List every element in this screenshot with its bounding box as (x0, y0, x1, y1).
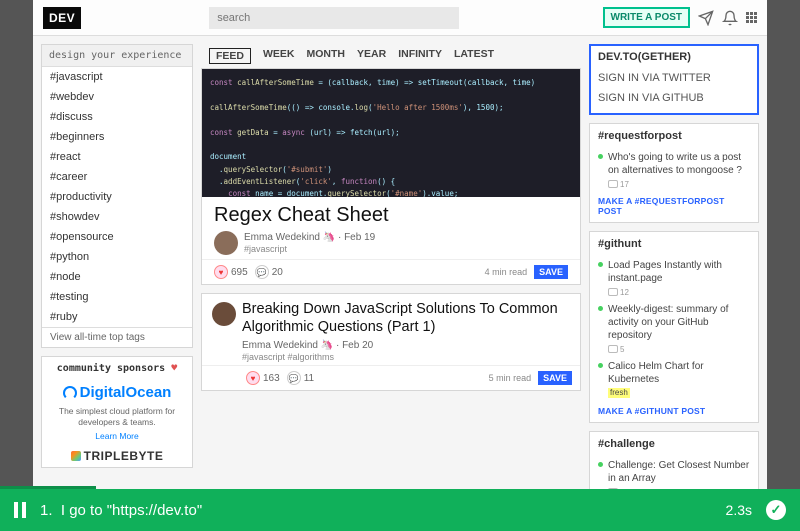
list-item[interactable]: Challenge: Get Closest Number in an Arra… (598, 455, 750, 487)
tag-list: #javascript #webdev #discuss #beginners … (42, 67, 192, 327)
comment-count: 12 (598, 288, 629, 297)
player-bar: 1. I go to "https://dev.to" 2.3s ✓ (0, 489, 800, 531)
paper-plane-icon[interactable] (698, 10, 714, 26)
reactions-count[interactable]: ♥163 (246, 371, 280, 385)
sponsor-heading: community sponsors ♥ (42, 357, 192, 380)
sponsor-box: community sponsors ♥ DigitalOcean The si… (41, 356, 193, 468)
learn-more-link[interactable]: Learn More (48, 431, 186, 441)
tag-link[interactable]: #career (42, 167, 192, 187)
post-tags[interactable]: #javascript (244, 244, 375, 254)
box-heading: #challenge (598, 438, 750, 450)
tag-link[interactable]: #react (42, 147, 192, 167)
box-heading: #requestforpost (598, 130, 750, 142)
view-all-tags-link[interactable]: View all-time top tags (42, 327, 192, 347)
save-button[interactable]: SAVE (534, 265, 568, 279)
post-card[interactable]: const callAfterSomeTime = (callback, tim… (201, 68, 581, 285)
requestforpost-box: #requestforpost Who's going to write us … (589, 123, 759, 223)
tag-sidebar: design your experience #javascript #webd… (41, 44, 193, 348)
post-cover-image: const callAfterSomeTime = (callback, tim… (202, 69, 580, 197)
post-title[interactable]: Regex Cheat Sheet (202, 197, 580, 229)
tab-infinity[interactable]: INFINITY (398, 48, 442, 64)
post-byline: Emma Wedekind 🦄 · Feb 20 (242, 340, 572, 351)
heart-icon: ♥ (171, 363, 177, 374)
write-post-button[interactable]: WRITE A POST (603, 7, 690, 28)
list-item[interactable]: Calico Helm Chart for Kubernetesfresh (598, 356, 750, 401)
tag-link[interactable]: #opensource (42, 227, 192, 247)
step-caption: 1. I go to "https://dev.to" (40, 502, 712, 519)
tag-link[interactable]: #webdev (42, 87, 192, 107)
comment-icon: 💬 (287, 371, 301, 385)
comment-count: 17 (598, 180, 629, 189)
tab-month[interactable]: MONTH (307, 48, 346, 64)
read-time: 5 min read (489, 373, 532, 383)
triplebyte-icon (71, 451, 81, 461)
post-tags[interactable]: #javascript #algorithms (242, 352, 572, 362)
heart-icon: ♥ (246, 371, 260, 385)
tag-link[interactable]: #discuss (42, 107, 192, 127)
search-input[interactable] (209, 7, 459, 29)
box-heading: #githunt (598, 238, 750, 250)
pause-button[interactable] (14, 502, 26, 518)
top-nav: DEV WRITE A POST (33, 0, 767, 36)
digitalocean-icon (63, 386, 77, 400)
signin-heading: DEV.TO(GETHER) (598, 51, 750, 63)
feed-tabs: FEED WEEK MONTH YEAR INFINITY LATEST (201, 44, 581, 68)
signin-github-link[interactable]: SIGN IN VIA GITHUB (598, 88, 750, 108)
bell-icon[interactable] (722, 10, 738, 26)
save-button[interactable]: SAVE (538, 371, 572, 385)
list-item[interactable]: Weekly-digest: summary of activity on yo… (598, 299, 750, 344)
tag-link[interactable]: #beginners (42, 127, 192, 147)
tag-link[interactable]: #ruby (42, 307, 192, 327)
heart-icon: ♥ (214, 265, 228, 279)
tag-link[interactable]: #productivity (42, 187, 192, 207)
list-item[interactable]: Who's going to write us a post on altern… (598, 147, 750, 179)
read-time: 4 min read (485, 267, 528, 277)
tag-link[interactable]: #showdev (42, 207, 192, 227)
tab-latest[interactable]: LATEST (454, 48, 494, 64)
make-post-link[interactable]: MAKE A #GITHUNT POST (598, 406, 750, 416)
list-item[interactable]: Load Pages Instantly with instant.page (598, 255, 750, 287)
post-card[interactable]: Breaking Down JavaScript Solutions To Co… (201, 293, 581, 391)
sponsor-triplebyte[interactable]: TRIPLEBYTE (42, 445, 192, 467)
tag-link[interactable]: #javascript (42, 67, 192, 87)
step-time: 2.3s (726, 502, 752, 518)
logo[interactable]: DEV (43, 7, 81, 29)
comments-count[interactable]: 💬11 (287, 371, 314, 385)
comments-count[interactable]: 💬20 (255, 265, 283, 279)
make-post-link[interactable]: MAKE A #REQUESTFORPOST POST (598, 196, 750, 216)
post-byline: Emma Wedekind 🦄 · Feb 19 (244, 232, 375, 243)
comment-count: 5 (598, 345, 624, 354)
tag-sidebar-head: design your experience (42, 45, 192, 67)
comment-icon: 💬 (255, 265, 269, 279)
check-icon: ✓ (766, 500, 786, 520)
tag-link[interactable]: #python (42, 247, 192, 267)
reactions-count[interactable]: ♥695 (214, 265, 248, 279)
sponsor-digitalocean[interactable]: DigitalOcean The simplest cloud platform… (42, 380, 192, 445)
avatar[interactable] (212, 302, 236, 326)
tag-link[interactable]: #node (42, 267, 192, 287)
tab-week[interactable]: WEEK (263, 48, 295, 64)
tab-year[interactable]: YEAR (357, 48, 386, 64)
signin-twitter-link[interactable]: SIGN IN VIA TWITTER (598, 68, 750, 88)
post-title[interactable]: Breaking Down JavaScript Solutions To Co… (236, 294, 580, 338)
tag-link[interactable]: #testing (42, 287, 192, 307)
tab-feed[interactable]: FEED (209, 48, 251, 64)
signin-box: DEV.TO(GETHER) SIGN IN VIA TWITTER SIGN … (589, 44, 759, 115)
menu-grid-icon[interactable] (746, 12, 757, 23)
fresh-badge: fresh (608, 388, 630, 398)
avatar[interactable] (214, 231, 238, 255)
githunt-box: #githunt Load Pages Instantly with insta… (589, 231, 759, 423)
